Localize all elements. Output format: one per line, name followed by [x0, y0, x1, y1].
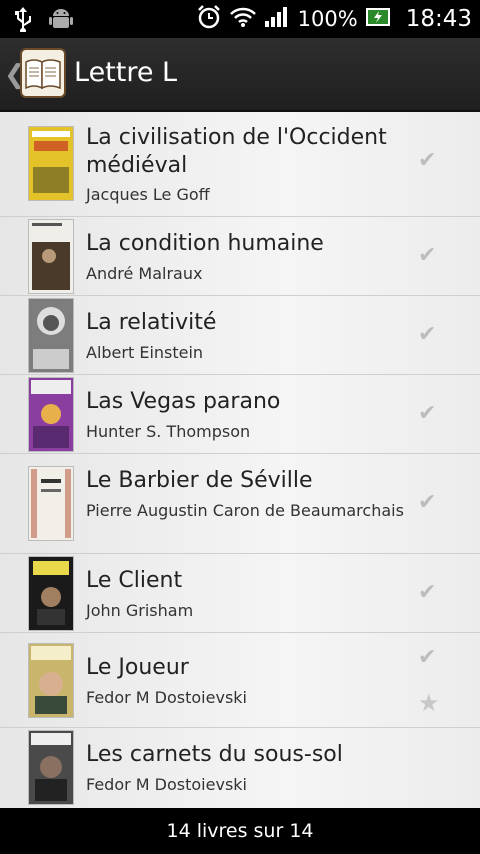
- checkmark-icon[interactable]: ✔: [418, 580, 436, 605]
- signal-icon: [264, 6, 290, 32]
- book-title: La civilisation de l'Occident médiéval: [86, 125, 387, 178]
- list-item[interactable]: Le Barbier de Séville Pierre Augustin Ca…: [0, 454, 480, 554]
- list-item[interactable]: La condition humaine André Malraux ✔: [0, 217, 480, 296]
- book-author: Fedor M Dostoievski: [86, 688, 247, 707]
- book-title: Le Client: [86, 568, 183, 593]
- list-item[interactable]: Le Client John Grisham ✔: [0, 554, 480, 633]
- clock-time: 18:43: [405, 6, 472, 32]
- book-title: Las Vegas parano: [86, 389, 281, 414]
- list-item[interactable]: Le Joueur Fedor M Dostoievski ✔ ★: [0, 633, 480, 728]
- battery-percent: 100%: [297, 7, 358, 31]
- status-bar: 100% 18:43: [0, 0, 480, 38]
- alarm-clock-icon: [196, 4, 222, 34]
- favorite-star-icon[interactable]: ★: [418, 689, 440, 717]
- battery-charging-icon: [365, 7, 392, 31]
- book-author: André Malraux: [86, 264, 203, 283]
- list-item[interactable]: Les carnets du sous-sol Fedor M Dostoiev…: [0, 728, 480, 808]
- book-title: Le Barbier de Séville: [86, 468, 313, 493]
- book-cover: [28, 377, 74, 452]
- book-cover: [28, 219, 74, 294]
- book-title: Les carnets du sous-sol: [86, 742, 343, 767]
- list-item[interactable]: Las Vegas parano Hunter S. Thompson ✔: [0, 375, 480, 454]
- book-cover: [28, 556, 74, 631]
- checkmark-icon[interactable]: ✔: [418, 148, 436, 173]
- book-title: La relativité: [86, 310, 217, 335]
- action-bar: ❮ Lettre L: [0, 38, 480, 112]
- book-cover: [28, 730, 74, 805]
- book-author: Pierre Augustin Caron de Beaumarchais: [86, 501, 404, 520]
- checkmark-icon[interactable]: ✔: [418, 401, 436, 426]
- book-cover: [28, 298, 74, 373]
- book-author: Hunter S. Thompson: [86, 422, 251, 441]
- list-item[interactable]: La civilisation de l'Occident médiéval J…: [0, 112, 480, 217]
- checkmark-icon[interactable]: ✔: [418, 490, 436, 515]
- book-author: John Grisham: [86, 601, 194, 620]
- book-cover: [28, 643, 74, 718]
- app-logo-book-icon[interactable]: [20, 48, 66, 98]
- book-author: Jacques Le Goff: [86, 185, 210, 204]
- android-debug-icon: [48, 6, 74, 36]
- wifi-icon: [229, 6, 256, 32]
- book-title: La condition humaine: [86, 231, 324, 256]
- book-author: Fedor M Dostoievski: [86, 775, 247, 794]
- book-count-footer: 14 livres sur 14: [0, 808, 480, 854]
- book-title: Le Joueur: [86, 655, 189, 680]
- book-list: La civilisation de l'Occident médiéval J…: [0, 112, 480, 808]
- usb-icon: [14, 6, 32, 36]
- checkmark-icon[interactable]: ✔: [418, 322, 436, 347]
- list-item[interactable]: La relativité Albert Einstein ✔: [0, 296, 480, 375]
- book-author: Albert Einstein: [86, 343, 204, 362]
- checkmark-icon[interactable]: ✔: [418, 645, 436, 670]
- book-cover: [28, 126, 74, 201]
- page-title: Lettre L: [74, 57, 178, 88]
- book-cover: [28, 466, 74, 541]
- checkmark-icon[interactable]: ✔: [418, 243, 436, 268]
